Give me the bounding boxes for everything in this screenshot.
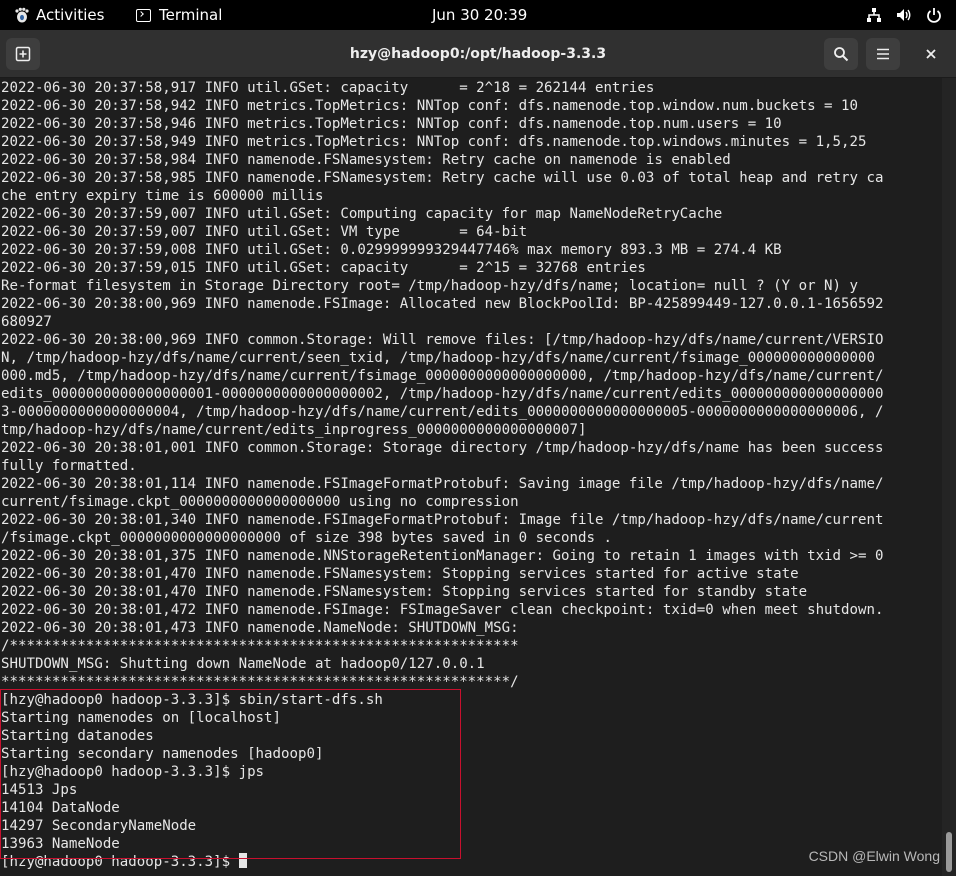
terminal-prompt: [hzy@hadoop0 hadoop-3.3.3]$	[1, 854, 239, 870]
terminal-line: 2022-06-30 20:38:01,340 INFO namenode.FS…	[1, 512, 884, 528]
terminal-line: 2022-06-30 20:38:01,472 INFO namenode.FS…	[1, 602, 884, 618]
terminal-line: fully formatted.	[1, 458, 137, 474]
terminal-line: SHUTDOWN_MSG: Shutting down NameNode at …	[1, 656, 485, 672]
terminal-line: 2022-06-30 20:38:01,473 INFO namenode.Na…	[1, 620, 519, 636]
terminal-line: 000.md5, /tmp/hadoop-hzy/dfs/name/curren…	[1, 368, 884, 384]
terminal-line: che entry expiry time is 600000 millis	[1, 188, 324, 204]
top-bar: Activities Terminal Jun 30 20:39	[0, 0, 956, 30]
activities-label: Activities	[36, 6, 105, 24]
terminal-line: 2022-06-30 20:37:58,917 INFO util.GSet: …	[1, 80, 655, 96]
terminal-text: 2022-06-30 20:37:58,917 INFO util.GSet: …	[1, 79, 883, 871]
terminal-line: 2022-06-30 20:38:01,001 INFO common.Stor…	[1, 440, 884, 456]
terminal-line: 2022-06-30 20:37:58,985 INFO namenode.FS…	[1, 170, 884, 186]
terminal-output[interactable]: 2022-06-30 20:37:58,917 INFO util.GSet: …	[0, 78, 942, 876]
terminal-line: [hzy@hadoop0 hadoop-3.3.3]$ jps	[1, 764, 265, 780]
app-menu[interactable]: Terminal	[136, 0, 222, 30]
terminal-headerbar: hzy@hadoop0:/opt/hadoop-3.3.3	[0, 30, 956, 78]
terminal-line: 2022-06-30 20:38:01,114 INFO namenode.FS…	[1, 476, 884, 492]
system-tray[interactable]	[866, 0, 942, 30]
power-icon	[927, 8, 941, 23]
terminal-line: ****************************************…	[1, 674, 519, 690]
terminal-line: 2022-06-30 20:37:58,942 INFO metrics.Top…	[1, 98, 859, 114]
close-icon	[926, 49, 936, 59]
new-tab-button[interactable]	[6, 38, 40, 70]
terminal-line: 14104 DataNode	[1, 800, 120, 816]
terminal-line: /***************************************…	[1, 638, 519, 654]
watermark: CSDN @Elwin Wong	[808, 848, 940, 864]
activities-button[interactable]: Activities	[14, 0, 104, 30]
new-tab-icon	[15, 46, 31, 62]
terminal-scrollbar[interactable]	[942, 78, 956, 876]
terminal-cursor	[238, 853, 247, 868]
search-button[interactable]	[824, 38, 858, 70]
terminal-line: N, /tmp/hadoop-hzy/dfs/name/current/seen…	[1, 350, 875, 366]
terminal-line: 2022-06-30 20:37:58,984 INFO namenode.FS…	[1, 152, 731, 168]
terminal-line: 2022-06-30 20:38:00,969 INFO common.Stor…	[1, 332, 884, 348]
terminal-line: 14297 SecondaryNameNode	[1, 818, 197, 834]
terminal-line: 2022-06-30 20:38:01,470 INFO namenode.FS…	[1, 584, 808, 600]
network-icon	[867, 8, 881, 22]
terminal-line: 2022-06-30 20:38:01,375 INFO namenode.NN…	[1, 548, 884, 564]
hamburger-menu-icon	[877, 48, 889, 60]
terminal-line: 2022-06-30 20:38:00,969 INFO namenode.FS…	[1, 296, 884, 312]
terminal-line: 680927	[1, 314, 52, 330]
terminal-line: 2022-06-30 20:37:59,008 INFO util.GSet: …	[1, 242, 782, 258]
terminal-line: Starting secondary namenodes [hadoop0]	[1, 746, 324, 762]
terminal-line: current/fsimage.ckpt_0000000000000000000…	[1, 494, 519, 510]
terminal-line: 3-0000000000000000004, /tmp/hadoop-hzy/d…	[1, 404, 884, 420]
terminal-line: 2022-06-30 20:38:01,470 INFO namenode.FS…	[1, 566, 799, 582]
close-button[interactable]	[914, 38, 948, 70]
clock[interactable]: Jun 30 20:39	[432, 0, 527, 30]
app-menu-label: Terminal	[159, 6, 223, 24]
terminal-line: [hzy@hadoop0 hadoop-3.3.3]$ sbin/start-d…	[1, 692, 383, 708]
terminal-line: edits_0000000000000000001-00000000000000…	[1, 386, 884, 402]
window-title: hzy@hadoop0:/opt/hadoop-3.3.3	[349, 46, 607, 62]
terminal-line: tmp/hadoop-hzy/dfs/name/current/edits_in…	[1, 422, 587, 438]
terminal-line: 2022-06-30 20:37:59,007 INFO util.GSet: …	[1, 206, 723, 222]
terminal-line: Starting namenodes on [localhost]	[1, 710, 282, 726]
terminal-line: 2022-06-30 20:37:59,007 INFO util.GSet: …	[1, 224, 528, 240]
volume-icon	[897, 9, 911, 21]
terminal-line: 2022-06-30 20:37:59,015 INFO util.GSet: …	[1, 260, 646, 276]
terminal-icon	[136, 8, 151, 22]
gnome-foot-icon	[15, 7, 29, 23]
terminal-line: Starting datanodes	[1, 728, 154, 744]
terminal-line: 2022-06-30 20:37:58,949 INFO metrics.Top…	[1, 134, 867, 150]
menu-button[interactable]	[866, 38, 900, 70]
scrollbar-thumb[interactable]	[946, 832, 952, 872]
terminal-line: /fsimage.ckpt_0000000000000000000 of siz…	[1, 530, 612, 546]
terminal-line: Re-format filesystem in Storage Director…	[1, 278, 859, 294]
search-icon	[834, 47, 849, 62]
terminal-line: 13963 NameNode	[1, 836, 120, 852]
terminal-line: 2022-06-30 20:37:58,946 INFO metrics.Top…	[1, 116, 782, 132]
terminal-line: 14513 Jps	[1, 782, 78, 798]
